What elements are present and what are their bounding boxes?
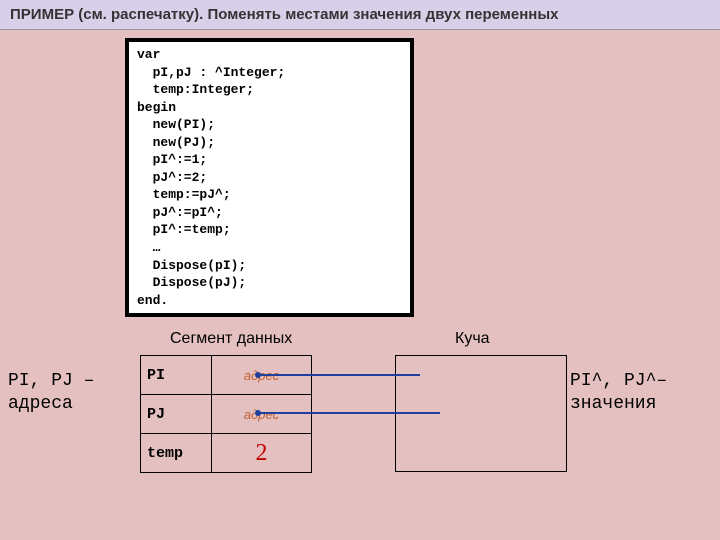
cell-value: 2 — [212, 434, 311, 472]
cell-label: PJ — [141, 395, 212, 433]
cell-label: PI — [141, 356, 212, 394]
table-row: temp 2 — [141, 433, 311, 472]
pointer-arrow-icon — [258, 412, 440, 414]
right-annotation-line1: PI^, PJ^– — [570, 371, 667, 391]
right-annotation: PI^, PJ^– значения — [570, 370, 667, 417]
left-annotation: PI, PJ – адреса — [8, 370, 94, 417]
right-annotation-line2: значения — [570, 394, 656, 414]
left-annotation-line2: адреса — [8, 394, 73, 414]
value-text: 2 — [256, 440, 268, 467]
pointer-arrow-icon — [258, 374, 420, 376]
cell-label: temp — [141, 434, 212, 472]
page-title: ПРИМЕР (см. распечатку). Поменять местам… — [0, 0, 720, 30]
heap-label: Куча — [455, 330, 490, 348]
left-annotation-line1: PI, PJ – — [8, 371, 94, 391]
cell-value: адрес — [212, 395, 311, 433]
code-listing: var pI,pJ : ^Integer; temp:Integer; begi… — [125, 38, 414, 317]
address-text: адрес — [244, 407, 279, 422]
data-segment-table: PI адрес PJ адрес temp 2 — [140, 355, 312, 473]
data-segment-label: Сегмент данных — [170, 330, 292, 348]
